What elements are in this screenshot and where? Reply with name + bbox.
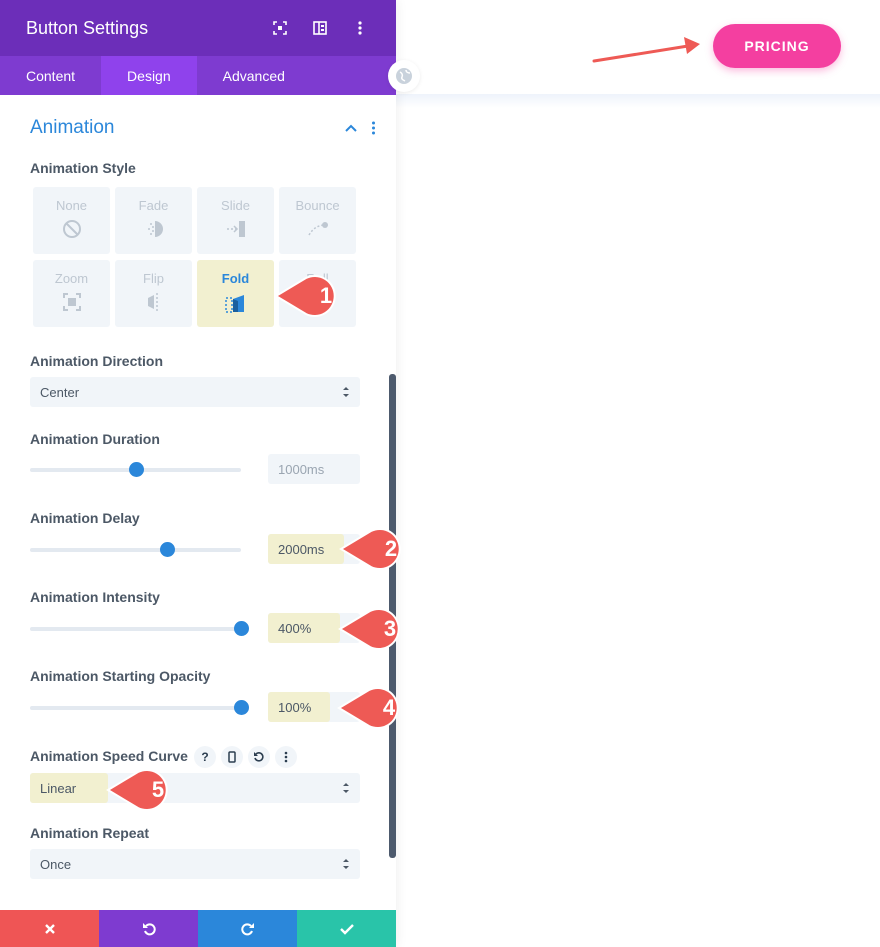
- settings-tabs: Content Design Advanced: [0, 56, 396, 95]
- help-icon[interactable]: ?: [194, 746, 216, 768]
- opacity-slider[interactable]: [30, 700, 249, 715]
- check-icon: [339, 923, 354, 935]
- repeat-select[interactable]: Once: [30, 849, 360, 879]
- speed-curve-label: Animation Speed Curve: [30, 748, 188, 764]
- speed-curve-select[interactable]: Linear: [30, 773, 360, 803]
- preview-header-shadow: [396, 94, 880, 108]
- pricing-button[interactable]: PRICING: [713, 24, 841, 68]
- intensity-slider[interactable]: [30, 621, 249, 636]
- expand-icon[interactable]: [270, 18, 290, 38]
- tab-advanced[interactable]: Advanced: [197, 56, 311, 95]
- direction-value: Center: [40, 384, 80, 400]
- intensity-slider-knob[interactable]: [234, 621, 249, 636]
- duration-slider[interactable]: [30, 462, 241, 477]
- duration-label: Animation Duration: [30, 431, 160, 447]
- undo-button[interactable]: [99, 910, 198, 947]
- duration-input[interactable]: 1000ms: [268, 454, 360, 484]
- page-preview: [396, 0, 880, 947]
- panel-title: Button Settings: [26, 17, 149, 38]
- speed-curve-value: Linear: [40, 780, 77, 796]
- repeat-value: Once: [40, 856, 72, 872]
- section-more-icon[interactable]: [371, 121, 376, 135]
- slide-icon: [226, 221, 245, 237]
- redo-button[interactable]: [198, 910, 297, 947]
- fold-icon: [224, 295, 244, 313]
- style-option-flip[interactable]: Flip: [115, 260, 192, 327]
- close-icon: [44, 923, 55, 934]
- builder-stage: PRICING Button Settings Content Design A…: [0, 0, 880, 947]
- more-options-icon[interactable]: [350, 18, 370, 38]
- chevron-up-icon[interactable]: [345, 123, 357, 133]
- callout-1: 1: [274, 274, 352, 318]
- pointer-arrow: [592, 37, 700, 63]
- callout-2: 2: [339, 527, 417, 571]
- style-option-none[interactable]: None: [33, 187, 110, 254]
- opacity-label: Animation Starting Opacity: [30, 668, 211, 684]
- panel-footer: [0, 910, 396, 947]
- reset-icon[interactable]: [248, 746, 270, 768]
- opacity-slider-knob[interactable]: [234, 700, 249, 715]
- style-option-slide[interactable]: Slide: [197, 187, 274, 254]
- direction-label: Animation Direction: [30, 353, 164, 369]
- select-caret-icon: [343, 783, 349, 793]
- intensity-label: Animation Intensity: [30, 589, 160, 605]
- repeat-label: Animation Repeat: [30, 825, 150, 841]
- style-option-bounce[interactable]: Bounce: [279, 187, 356, 254]
- redo-icon: [240, 922, 254, 935]
- flip-icon: [147, 293, 158, 311]
- field-more-icon[interactable]: [275, 746, 297, 768]
- style-option-fade[interactable]: Fade: [115, 187, 192, 254]
- delay-label: Animation Delay: [30, 510, 140, 526]
- duration-slider-knob[interactable]: [128, 462, 144, 477]
- undo-icon: [142, 922, 156, 935]
- style-option-fold[interactable]: Fold: [197, 260, 274, 327]
- fade-icon: [147, 221, 163, 237]
- zoom-icon: [62, 293, 81, 311]
- globe-icon[interactable]: [388, 60, 420, 92]
- speed-curve-tools: ?: [194, 746, 297, 768]
- cancel-button[interactable]: [0, 910, 99, 947]
- panel-header: Button Settings: [0, 0, 396, 56]
- delay-slider[interactable]: [30, 542, 241, 557]
- animation-style-label: Animation Style: [30, 160, 136, 176]
- select-caret-icon: [343, 859, 349, 869]
- direction-select[interactable]: Center: [30, 377, 360, 407]
- tab-design[interactable]: Design: [101, 56, 197, 95]
- style-option-zoom[interactable]: Zoom: [33, 260, 110, 327]
- split-view-icon[interactable]: [310, 18, 330, 38]
- callout-5: 5: [106, 768, 184, 812]
- callout-3: 3: [338, 607, 416, 651]
- save-button[interactable]: [297, 910, 396, 947]
- settings-panel: Button Settings Content Design Advanced …: [0, 0, 396, 947]
- tab-content[interactable]: Content: [0, 56, 101, 95]
- select-caret-icon: [343, 387, 349, 397]
- bounce-icon: [307, 222, 328, 236]
- none-icon: [62, 220, 81, 238]
- responsive-icon[interactable]: [221, 746, 243, 768]
- section-title[interactable]: Animation: [30, 117, 115, 139]
- callout-4: 4: [337, 686, 415, 730]
